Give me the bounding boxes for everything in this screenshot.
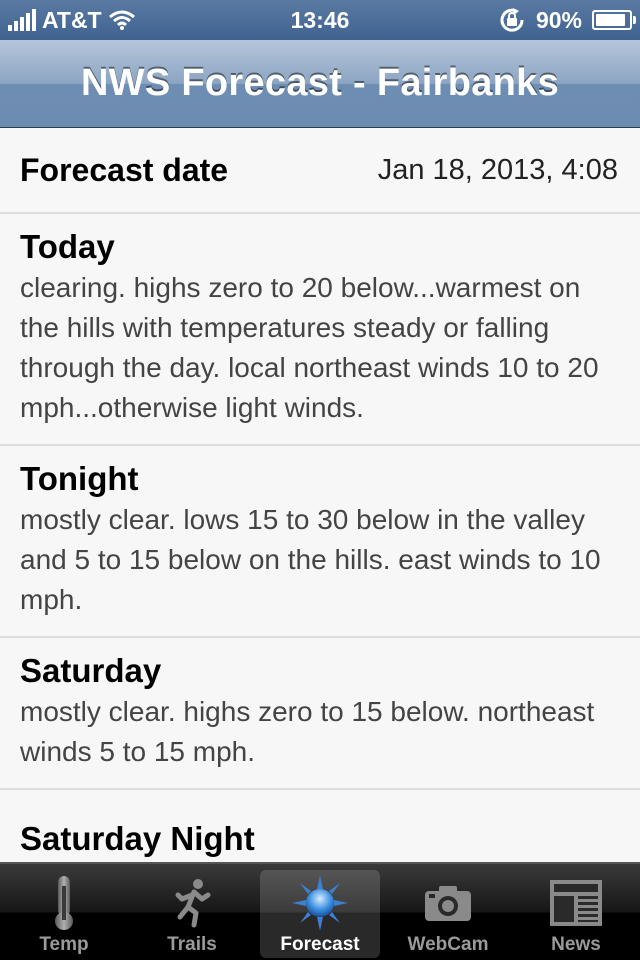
camera-icon: [418, 874, 478, 932]
forecast-period-name: Saturday Night: [20, 820, 255, 857]
navigation-bar: NWS Forecast - Fairbanks: [0, 40, 640, 128]
forecast-list[interactable]: Forecast date Jan 18, 2013, 4:08 Today c…: [0, 128, 640, 860]
forecast-period-text: clearing. highs zero to 20 below...warme…: [20, 272, 599, 423]
tab-trails[interactable]: Trails: [128, 864, 256, 960]
newspaper-icon: [546, 874, 606, 932]
forecast-date-label: Forecast date: [20, 151, 229, 188]
forecast-period-row: Saturday Night: [0, 790, 640, 860]
forecast-date-row: Forecast date Jan 18, 2013, 4:08: [0, 128, 640, 214]
battery-percent: 90%: [535, 6, 582, 33]
forecast-period-row: Tonight mostly clear. lows 15 to 30 belo…: [0, 446, 640, 638]
forecast-period-text: mostly clear. lows 15 to 30 below in the…: [20, 504, 601, 615]
forecast-period-name: Today: [20, 228, 115, 265]
rotation-lock-icon: [500, 8, 524, 32]
tab-label: Trails: [167, 934, 217, 955]
status-right: 90%: [498, 4, 636, 36]
tab-label: Forecast: [280, 934, 360, 955]
status-bar: AT&T 13:46 90%: [0, 0, 640, 40]
tab-forecast[interactable]: Forecast: [256, 864, 384, 960]
forecast-period-name: Tonight: [20, 460, 139, 497]
tab-label: WebCam: [407, 934, 489, 955]
tab-label: Temp: [39, 934, 89, 955]
battery-icon: [592, 10, 636, 30]
tab-news[interactable]: News: [512, 864, 640, 960]
forecast-date-value: Jan 18, 2013, 4:08: [377, 153, 618, 186]
tab-label: News: [551, 934, 601, 955]
tab-temp[interactable]: Temp: [0, 864, 128, 960]
tab-bar: Temp Trails Forecast WebCam News: [0, 862, 640, 960]
forecast-period-row: Saturday mostly clear. highs zero to 15 …: [0, 638, 640, 790]
thermometer-icon: [34, 874, 94, 932]
forecast-period-text: mostly clear. highs zero to 15 below. no…: [20, 696, 595, 767]
page-title: NWS Forecast - Fairbanks: [80, 62, 560, 104]
forecast-period-row: Today clearing. highs zero to 20 below..…: [0, 214, 640, 446]
sun-icon: [290, 874, 350, 932]
tab-webcam[interactable]: WebCam: [384, 864, 512, 960]
runner-icon: [162, 874, 222, 932]
screen: AT&T 13:46 90% NWS Forecast - Fairbanks …: [0, 0, 640, 960]
forecast-period-name: Saturday: [20, 652, 162, 689]
